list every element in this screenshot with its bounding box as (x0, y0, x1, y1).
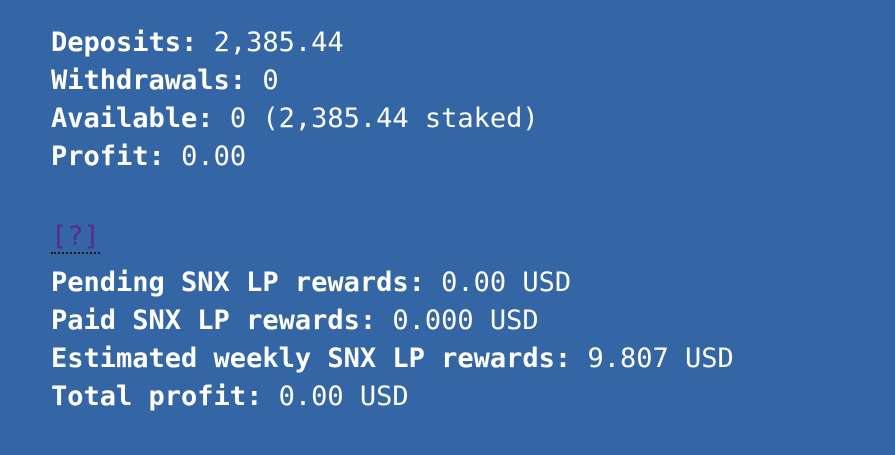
deposits-row: Deposits: 2,385.44 (51, 24, 895, 62)
help-row: [?] (51, 214, 895, 264)
profit-label: Profit: (51, 141, 165, 172)
pending-rewards-row: Pending SNX LP rewards: 0.00 USD (51, 264, 895, 302)
pending-rewards-value: 0.00 USD (441, 267, 572, 298)
profit-row: Profit: 0.00 (51, 138, 895, 176)
paid-rewards-row: Paid SNX LP rewards: 0.000 USD (51, 302, 895, 340)
total-profit-label: Total profit: (51, 381, 263, 412)
withdrawals-row: Withdrawals: 0 (51, 62, 895, 100)
deposits-value: 2,385.44 (213, 27, 344, 58)
staking-info-panel: Deposits: 2,385.44 Withdrawals: 0 Availa… (0, 0, 895, 455)
weekly-rewards-label: Estimated weekly SNX LP rewards: (51, 343, 572, 374)
pending-rewards-label: Pending SNX LP rewards: (51, 267, 425, 298)
withdrawals-label: Withdrawals: (51, 65, 247, 96)
available-value: 0 (2,385.44 staked) (229, 103, 539, 134)
profit-value: 0.00 (181, 141, 247, 172)
help-link[interactable]: [?] (51, 222, 100, 254)
total-profit-value: 0.00 USD (278, 381, 409, 412)
paid-rewards-value: 0.000 USD (392, 305, 539, 336)
withdrawals-value: 0 (262, 65, 279, 96)
total-profit-row: Total profit: 0.00 USD (51, 378, 895, 416)
paid-rewards-label: Paid SNX LP rewards: (51, 305, 377, 336)
available-row: Available: 0 (2,385.44 staked) (51, 100, 895, 138)
weekly-rewards-row: Estimated weekly SNX LP rewards: 9.807 U… (51, 340, 895, 378)
weekly-rewards-value: 9.807 USD (587, 343, 734, 374)
available-label: Available: (51, 103, 214, 134)
deposits-label: Deposits: (51, 27, 198, 58)
